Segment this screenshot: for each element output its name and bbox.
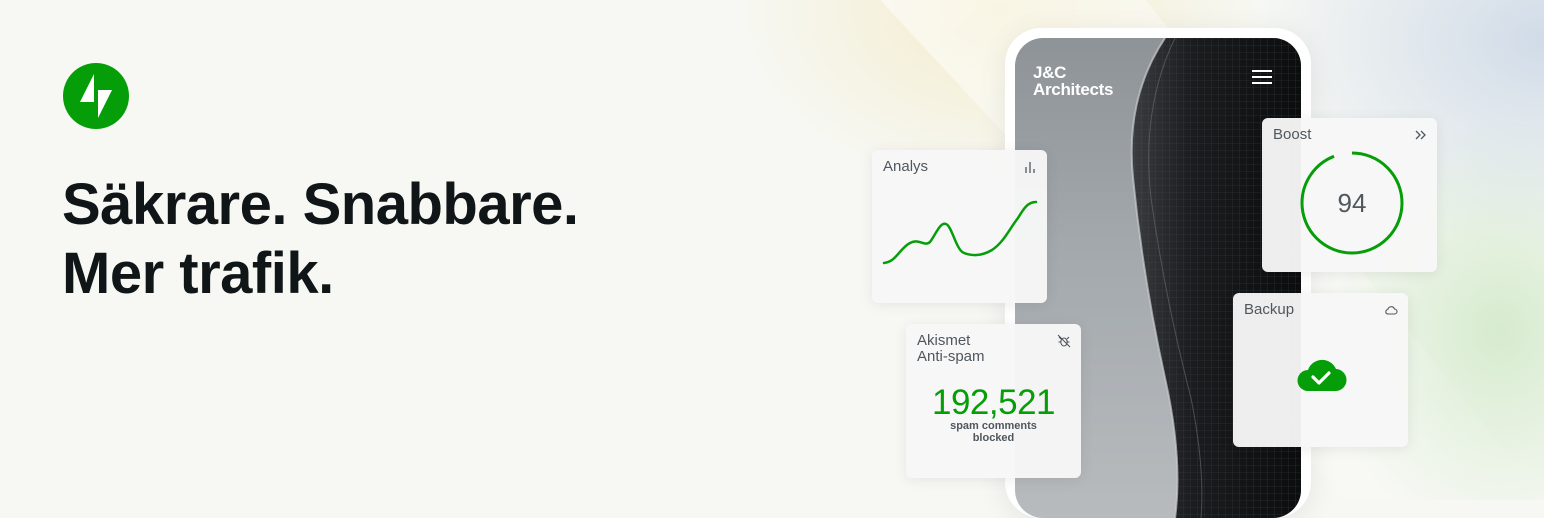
jetpack-bolt-icon [80, 74, 112, 118]
analys-sparkline [882, 200, 1038, 265]
boost-card-title: Boost [1273, 126, 1312, 143]
jetpack-logo [63, 63, 129, 129]
headline: Säkrare. Snabbare. Mer trafik. [62, 170, 579, 308]
brand-name: J&C Architects [1033, 64, 1113, 98]
spam-label-line-2: blocked [972, 432, 1015, 444]
backup-card[interactable]: Backup [1233, 293, 1408, 447]
chevrons-right-icon[interactable] [1413, 128, 1427, 142]
akismet-title-line-2: Anti-spam [917, 348, 985, 365]
brand-line-2: Architects [1033, 80, 1114, 99]
hamburger-menu-icon[interactable] [1252, 70, 1272, 84]
headline-line-1: Säkrare. Snabbare. [62, 172, 579, 237]
bug-off-icon [1057, 334, 1071, 348]
akismet-card-title: Akismet Anti-spam [917, 333, 985, 365]
akismet-title-line-1: Akismet [917, 332, 971, 349]
boost-card[interactable]: Boost 94 [1262, 118, 1437, 272]
akismet-card[interactable]: Akismet Anti-spam 192,521 spam comments … [906, 324, 1081, 478]
cloud-check-icon [1297, 359, 1347, 392]
headline-line-2: Mer trafik. [62, 241, 334, 306]
cloud-icon [1385, 306, 1398, 315]
backup-card-title: Backup [1244, 301, 1295, 318]
brand-line-1: J&C [1033, 63, 1067, 82]
spam-label-line-1: spam comments [950, 420, 1037, 432]
analys-card[interactable]: Analys [872, 150, 1047, 303]
spam-count: 192,521 [931, 383, 1056, 422]
spam-count-label: spam comments blocked [936, 420, 1051, 444]
boost-score: 94 [1337, 188, 1367, 218]
